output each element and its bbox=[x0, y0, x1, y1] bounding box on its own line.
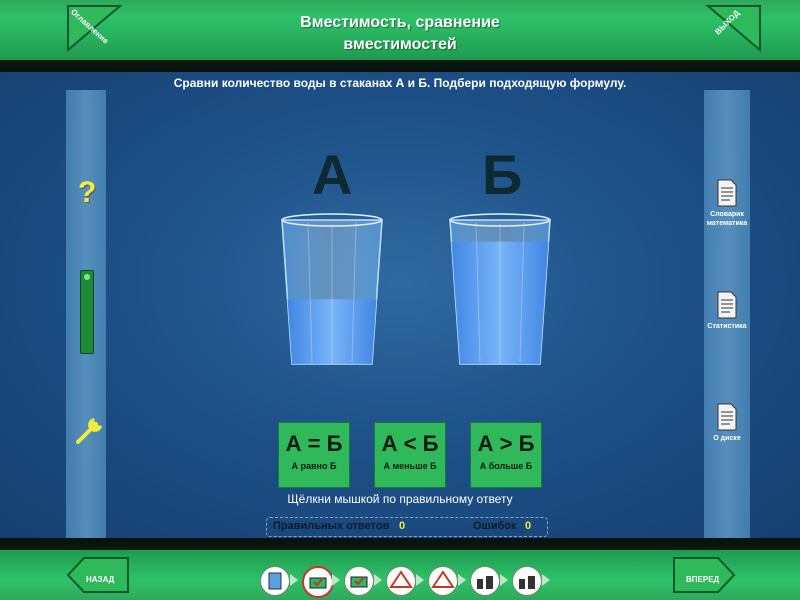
forward-label: ВПЕРЕД bbox=[686, 575, 720, 584]
triangle-icon bbox=[431, 570, 455, 588]
lesson-step-3[interactable] bbox=[344, 566, 374, 596]
document-icon bbox=[717, 291, 737, 319]
statistics-label: Статистика bbox=[707, 323, 747, 330]
answer-less-button[interactable]: А < Б А меньше Б bbox=[374, 422, 446, 488]
hint-text: Щёлкни мышкой по правильному ответу bbox=[287, 492, 513, 506]
figures-icon bbox=[519, 576, 535, 589]
step-arrow-icon bbox=[500, 574, 508, 586]
lesson-step-6[interactable] bbox=[470, 566, 500, 596]
correct-count: 0 bbox=[399, 520, 406, 532]
triangle-icon bbox=[389, 570, 413, 588]
lesson-step-4[interactable] bbox=[386, 566, 416, 596]
answer-options: А = Б А равно Б А < Б А меньше Б А > Б А… bbox=[0, 422, 800, 488]
dictionary-button[interactable]: Словарик математика bbox=[704, 178, 750, 228]
slider-knob[interactable] bbox=[84, 274, 90, 280]
glass-a bbox=[281, 213, 383, 365]
checkmark-icon bbox=[350, 576, 368, 588]
glass-b bbox=[449, 213, 551, 365]
answer-symbol: А = Б bbox=[285, 431, 343, 456]
answer-equal-button[interactable]: А = Б А равно Б bbox=[278, 422, 350, 488]
answer-symbol: А > Б bbox=[477, 431, 535, 456]
figures-icon bbox=[477, 576, 493, 589]
lesson-step-5[interactable] bbox=[428, 566, 458, 596]
volume-slider[interactable] bbox=[80, 270, 94, 354]
back-label: НАЗАД bbox=[86, 575, 115, 584]
step-arrow-icon bbox=[290, 574, 298, 586]
jar-icon bbox=[268, 572, 282, 590]
answer-symbol: А < Б bbox=[381, 431, 439, 456]
correct-label: Правильных ответов bbox=[273, 520, 390, 532]
step-arrow-icon bbox=[374, 574, 382, 586]
errors-count: 0 bbox=[525, 520, 532, 532]
header-divider bbox=[0, 60, 800, 72]
statistics-button[interactable]: Статистика bbox=[704, 290, 750, 331]
footer-divider bbox=[0, 538, 800, 550]
lesson-step-7[interactable] bbox=[512, 566, 542, 596]
errors-label: Ошибок bbox=[473, 520, 517, 532]
glass-b-label: Б bbox=[482, 143, 523, 206]
header-bar: Оглавление Вместимость, сравнение вмести… bbox=[0, 0, 800, 60]
title-line-2: вместимостей bbox=[343, 36, 457, 53]
page-title: Вместимость, сравнение вместимостей bbox=[200, 12, 600, 56]
checkmark-icon bbox=[309, 577, 327, 589]
help-icon[interactable]: ? bbox=[78, 176, 96, 210]
answer-greater-button[interactable]: А > Б А больше Б bbox=[470, 422, 542, 488]
step-arrow-icon bbox=[332, 574, 340, 586]
answer-text: А равно Б bbox=[291, 461, 337, 471]
glass-a-label: А bbox=[312, 143, 353, 206]
main-panel: Сравни количество воды в стаканах А и Б.… bbox=[0, 72, 800, 538]
title-line-1: Вместимость, сравнение bbox=[300, 14, 500, 31]
instruction-text: Сравни количество воды в стаканах А и Б.… bbox=[173, 76, 627, 90]
step-arrow-icon bbox=[416, 574, 424, 586]
answer-text: А меньше Б bbox=[383, 461, 437, 471]
lesson-step-1[interactable] bbox=[260, 566, 290, 596]
step-arrow-icon bbox=[542, 574, 550, 586]
dictionary-label: Словарик математика bbox=[706, 211, 748, 227]
answer-text: А больше Б bbox=[479, 461, 533, 471]
step-arrow-icon bbox=[458, 574, 466, 586]
lesson-step-2[interactable] bbox=[302, 566, 334, 598]
score-panel: Правильных ответов 0 Ошибок 0 bbox=[266, 517, 548, 537]
document-icon bbox=[717, 179, 737, 207]
